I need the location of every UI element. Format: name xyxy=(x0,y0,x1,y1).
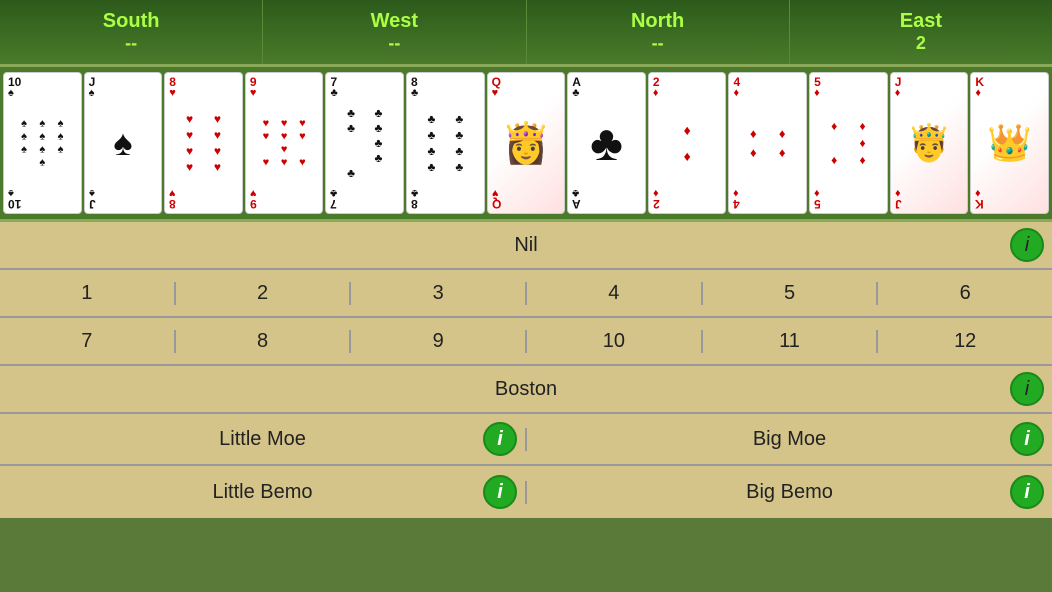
card-10[interactable]: 4♦ ♦♦ ♦♦ 4♦ xyxy=(728,72,807,214)
card-3[interactable]: 8♥ ♥♥ ♥♥ ♥♥ ♥♥ 8♥ xyxy=(164,72,243,214)
little-moe-cell[interactable]: Little Moe i xyxy=(0,428,527,451)
num-cell-5[interactable]: 5 xyxy=(703,282,879,305)
little-bemo-info-button[interactable]: i xyxy=(483,475,517,509)
card-2[interactable]: J♠ ♠ J♠ xyxy=(84,72,163,214)
game-area: Nil i 1 2 3 4 5 6 7 8 9 10 11 12 Boston … xyxy=(0,222,1052,518)
numbers-row-2: 7 8 9 10 11 12 xyxy=(0,318,1052,366)
south-sub: -- xyxy=(125,33,137,54)
num-cell-10[interactable]: 10 xyxy=(527,330,703,353)
boston-label: Boston xyxy=(495,378,557,401)
header-north: North -- xyxy=(527,0,790,64)
big-moe-cell[interactable]: Big Moe i xyxy=(527,428,1052,451)
little-moe-info-button[interactable]: i xyxy=(483,422,517,456)
nil-label: Nil xyxy=(514,234,537,257)
num-cell-6[interactable]: 6 xyxy=(878,282,1052,305)
num-cell-12[interactable]: 12 xyxy=(878,330,1052,353)
nil-row: Nil i xyxy=(0,222,1052,270)
num-cell-11[interactable]: 11 xyxy=(703,330,879,353)
bemo-row: Little Bemo i Big Bemo i xyxy=(0,466,1052,518)
card-11[interactable]: 5♦ ♦♦ ♦ ♦♦ 5♦ xyxy=(809,72,888,214)
moe-row: Little Moe i Big Moe i xyxy=(0,414,1052,466)
big-moe-label: Big Moe xyxy=(753,428,826,451)
boston-row: Boston i xyxy=(0,366,1052,414)
card-6[interactable]: 8♣ ♣♣ ♣♣ ♣♣ ♣♣ 8♣ xyxy=(406,72,485,214)
big-bemo-info-button[interactable]: i xyxy=(1010,475,1044,509)
card-9[interactable]: 2♦ ♦ ♦ 2♦ xyxy=(648,72,727,214)
west-label: West xyxy=(371,10,418,33)
num-cell-9[interactable]: 9 xyxy=(351,330,527,353)
north-sub: -- xyxy=(652,33,664,54)
big-bemo-label: Big Bemo xyxy=(746,481,833,504)
num-cell-1[interactable]: 1 xyxy=(0,282,176,305)
little-moe-label: Little Moe xyxy=(219,428,306,451)
west-sub: -- xyxy=(388,33,400,54)
south-label: South xyxy=(103,10,160,33)
card-12[interactable]: J♦ 🤴 J♦ xyxy=(890,72,969,214)
header-west: West -- xyxy=(263,0,526,64)
big-moe-info-button[interactable]: i xyxy=(1010,422,1044,456)
card-7[interactable]: Q♥ 👸 Q♥ xyxy=(487,72,566,214)
num-cell-8[interactable]: 8 xyxy=(176,330,352,353)
east-sub: 2 xyxy=(916,33,926,54)
card-13[interactable]: K♦ 👑 K♦ xyxy=(970,72,1049,214)
card-4[interactable]: 9♥ ♥♥♥ ♥♥♥ ♥ ♥♥♥ 9♥ xyxy=(245,72,324,214)
numbers-row-1: 1 2 3 4 5 6 xyxy=(0,270,1052,318)
header-east: East 2 xyxy=(790,0,1052,64)
card-8[interactable]: A♣ ♣ A♣ xyxy=(567,72,646,214)
num-cell-4[interactable]: 4 xyxy=(527,282,703,305)
little-bemo-label: Little Bemo xyxy=(212,481,312,504)
header-south: South -- xyxy=(0,0,263,64)
boston-info-button[interactable]: i xyxy=(1010,372,1044,406)
north-label: North xyxy=(631,10,684,33)
cards-row: 10♠ ♠♠♠ ♠♠♠ ♠♠♠ ♠ 10♠ J♠ ♠ J♠ 8♥ ♥♥ ♥♥ ♥… xyxy=(0,67,1052,222)
east-label: East xyxy=(900,10,942,33)
card-1[interactable]: 10♠ ♠♠♠ ♠♠♠ ♠♠♠ ♠ 10♠ xyxy=(3,72,82,214)
num-cell-7[interactable]: 7 xyxy=(0,330,176,353)
num-cell-3[interactable]: 3 xyxy=(351,282,527,305)
big-bemo-cell[interactable]: Big Bemo i xyxy=(527,481,1052,504)
nil-info-button[interactable]: i xyxy=(1010,228,1044,262)
num-cell-2[interactable]: 2 xyxy=(176,282,352,305)
header: South -- West -- North -- East 2 xyxy=(0,0,1052,67)
card-5[interactable]: 7♣ ♣♣ ♣♣ ♣ ♣♣ 7♣ xyxy=(325,72,404,214)
little-bemo-cell[interactable]: Little Bemo i xyxy=(0,481,527,504)
